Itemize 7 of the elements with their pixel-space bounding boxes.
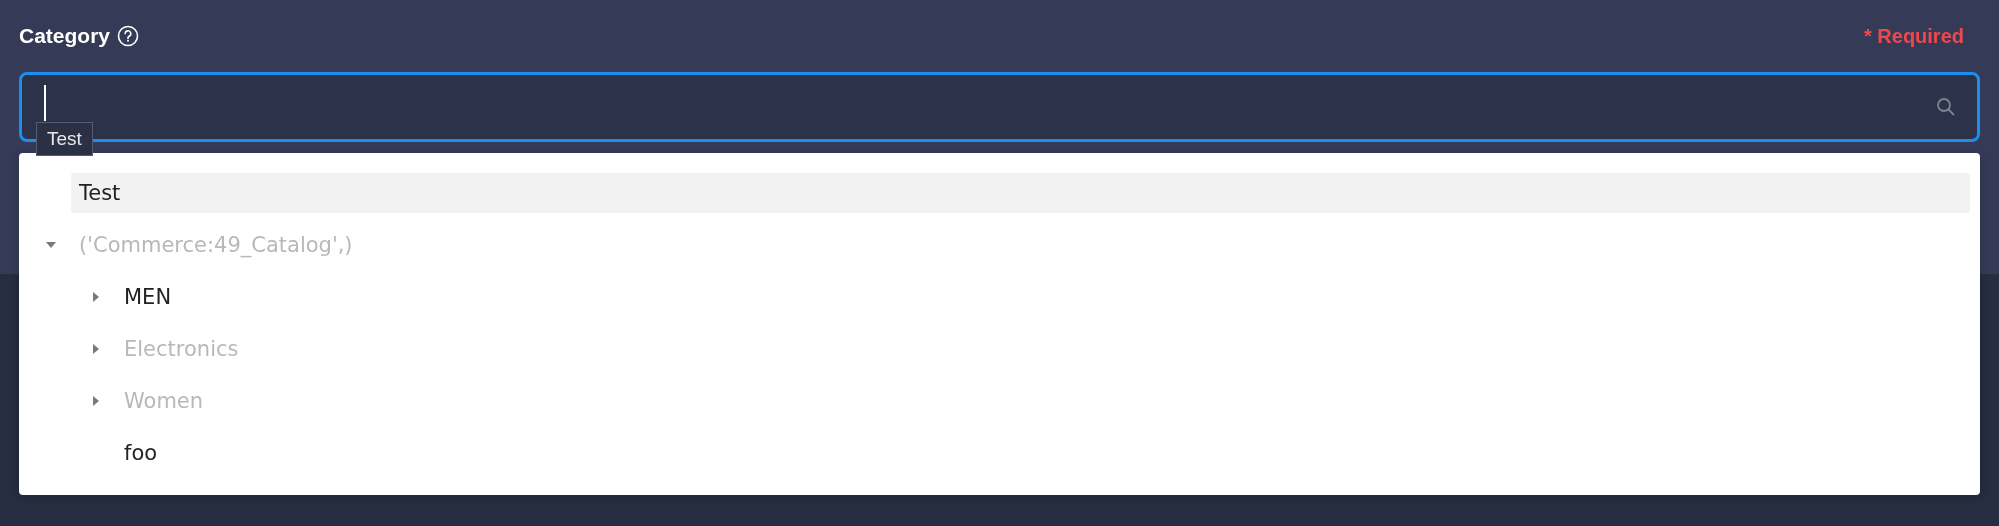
search-icon[interactable] <box>1935 96 1957 118</box>
tooltip: Test <box>36 122 93 156</box>
text-cursor <box>44 85 46 121</box>
field-label: Category <box>19 24 111 48</box>
required-note: * Required <box>1863 24 1964 48</box>
help-icon[interactable] <box>117 25 140 47</box>
tree-item[interactable]: Test <box>71 173 1970 213</box>
